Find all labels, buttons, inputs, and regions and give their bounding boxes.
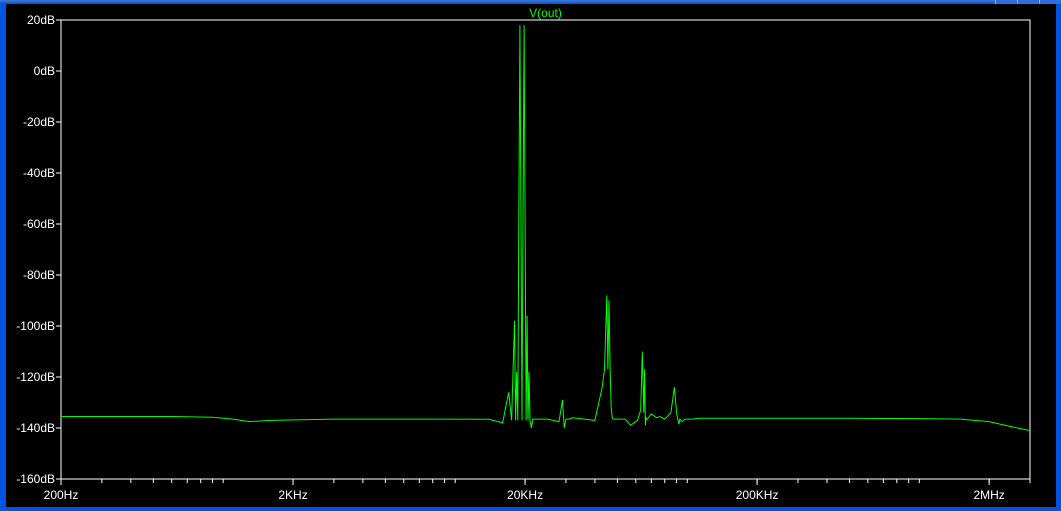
x-tick-label: 20KHz xyxy=(507,488,543,502)
y-tick-label: -40dB xyxy=(23,166,55,180)
y-tick-label: 20dB xyxy=(27,13,55,27)
y-tick-label: -120dB xyxy=(16,370,55,384)
y-tick-label: 0dB xyxy=(34,64,55,78)
plot-pane[interactable]: V(out) 20dB 0dB -20dB -40dB -60dB -80dB -100dB… xyxy=(6,4,1056,507)
spectrum-chart: V(out) 20dB 0dB -20dB -40dB -60dB -80dB -100dB… xyxy=(16,6,1031,502)
trace-label[interactable]: V(out) xyxy=(529,6,562,20)
y-tick-label: -20dB xyxy=(23,115,55,129)
y-tick-label: -60dB xyxy=(23,217,55,231)
y-tick-label: -80dB xyxy=(23,268,55,282)
y-tick-label: -140dB xyxy=(16,421,55,435)
plot-border xyxy=(60,19,1031,480)
y-axis: 20dB 0dB -20dB -40dB -60dB -80dB -100dB -120dB -… xyxy=(16,13,61,486)
x-tick-label: 200KHz xyxy=(736,488,779,502)
x-tick-label: 2KHz xyxy=(278,488,307,502)
y-tick-label: -160dB xyxy=(16,472,55,486)
x-axis: 200Hz 2KHz 20KHz 200KHz 2MHz xyxy=(44,479,1031,502)
x-tick-label: 200Hz xyxy=(44,488,79,502)
x-tick-label: 2MHz xyxy=(973,488,1004,502)
series-line[interactable] xyxy=(61,25,1031,432)
y-tick-label: -100dB xyxy=(16,319,55,333)
